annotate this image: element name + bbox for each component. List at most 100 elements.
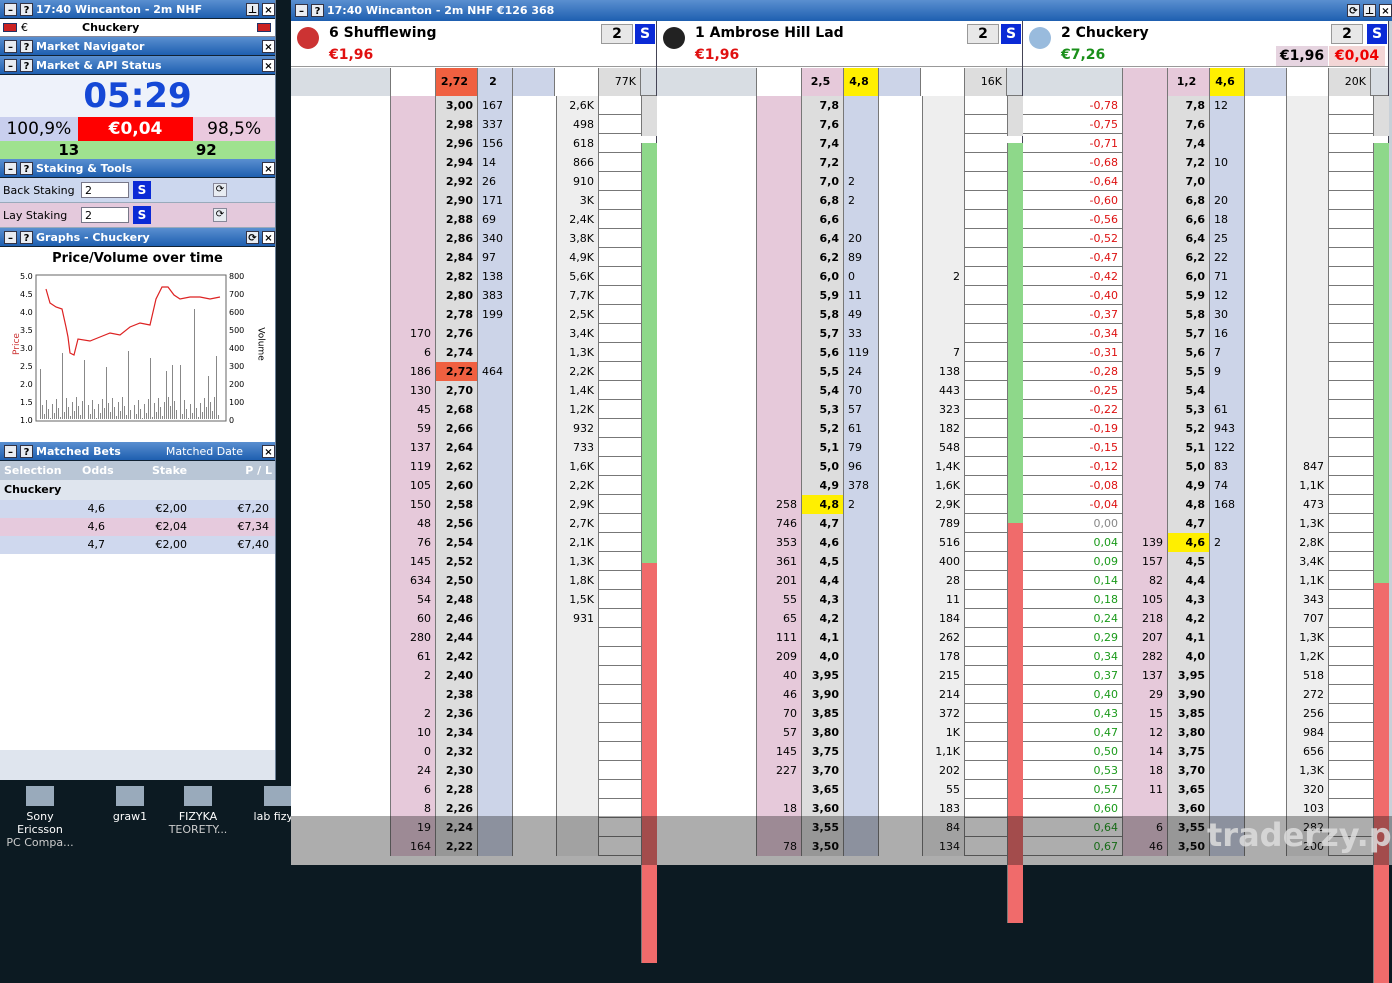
ladder-row[interactable]: 0,00 4,7 1,3K — [1023, 514, 1388, 533]
back-cell[interactable]: 137 — [1123, 666, 1168, 685]
back-cell[interactable] — [757, 381, 802, 400]
ladder-row[interactable]: 170 2,76 3,4K — [291, 324, 656, 343]
price-cell[interactable]: 6,8 — [1168, 191, 1210, 210]
back-staking-input[interactable] — [81, 182, 129, 198]
back-cell[interactable] — [391, 134, 436, 153]
lay-cell[interactable]: 12 — [1210, 96, 1245, 115]
back-cell[interactable]: 29 — [1123, 685, 1168, 704]
price-cell[interactable]: 3,80 — [1168, 723, 1210, 742]
price-cell[interactable]: 2,70 — [436, 381, 478, 400]
back-cell[interactable] — [757, 153, 802, 172]
ladder-row[interactable]: 0,40 29 3,90 272 — [1023, 685, 1388, 704]
lay-cell[interactable] — [844, 590, 879, 609]
pin-icon[interactable]: ⊥ — [246, 2, 259, 16]
scroll-up-icon[interactable] — [1373, 96, 1389, 136]
lay-cell[interactable]: 71 — [1210, 267, 1245, 286]
back-cell[interactable] — [757, 362, 802, 381]
lay-cell[interactable]: 119 — [844, 343, 879, 362]
price-cell[interactable]: 2,50 — [436, 571, 478, 590]
back-cell[interactable]: 130 — [391, 381, 436, 400]
back-cell[interactable] — [757, 324, 802, 343]
price-cell[interactable]: 4,8 — [1168, 495, 1210, 514]
price-cell[interactable]: 3,85 — [802, 704, 844, 723]
back-cell[interactable] — [1123, 419, 1168, 438]
ladder-row[interactable]: 55 4,3 11 — [657, 590, 1022, 609]
back-cell[interactable]: 45 — [391, 400, 436, 419]
price-cell[interactable]: 3,75 — [802, 742, 844, 761]
price-cell[interactable]: 6,2 — [802, 248, 844, 267]
lay-cell[interactable] — [478, 590, 513, 609]
lay-cell[interactable] — [478, 419, 513, 438]
matched-bet-row[interactable]: 4,7 €2,00 €7,40 — [0, 536, 275, 554]
price-cell[interactable]: 2,98 — [436, 115, 478, 134]
ladder-stake-box[interactable]: 2 — [601, 24, 633, 44]
lay-cell[interactable] — [478, 343, 513, 362]
lay-cell[interactable] — [1210, 590, 1245, 609]
back-cell[interactable] — [757, 172, 802, 191]
price-cell[interactable]: 5,0 — [1168, 457, 1210, 476]
lay-cell[interactable]: 2 — [1210, 533, 1245, 552]
back-cell[interactable]: 6 — [391, 780, 436, 799]
price-cell[interactable]: 3,70 — [802, 761, 844, 780]
ladder-row[interactable]: 5,4 70 443 — [657, 381, 1022, 400]
ladder-row[interactable]: -0,37 5,8 30 — [1023, 305, 1388, 324]
price-cell[interactable]: 4,6 — [802, 533, 844, 552]
lay-cell[interactable] — [478, 476, 513, 495]
ladder-row[interactable]: 258 4,8 2 2,9K — [657, 495, 1022, 514]
minimize-icon[interactable]: – — [4, 161, 17, 175]
price-cell[interactable]: 6,4 — [802, 229, 844, 248]
price-cell[interactable]: 5,6 — [802, 343, 844, 362]
back-cell[interactable]: 15 — [1123, 704, 1168, 723]
lay-cell[interactable] — [1210, 628, 1245, 647]
back-cell[interactable]: 207 — [1123, 628, 1168, 647]
lay-cell[interactable] — [1210, 704, 1245, 723]
price-cell[interactable]: 2,78 — [436, 305, 478, 324]
lay-cell[interactable]: 171 — [478, 191, 513, 210]
back-cell[interactable] — [1123, 362, 1168, 381]
price-cell[interactable]: 6,4 — [1168, 229, 1210, 248]
back-cell[interactable] — [757, 400, 802, 419]
back-cell[interactable]: 76 — [391, 533, 436, 552]
back-cell[interactable]: 12 — [1123, 723, 1168, 742]
ladder-s-button[interactable]: S — [1367, 24, 1387, 44]
lay-cell[interactable] — [844, 552, 879, 571]
close-icon[interactable]: × — [262, 39, 275, 53]
ladder-row[interactable]: 0,53 18 3,70 1,3K — [1023, 761, 1388, 780]
price-cell[interactable]: 3,65 — [802, 780, 844, 799]
col-pl[interactable]: P / L — [232, 461, 272, 480]
ladder-row[interactable]: 5,1 79 548 — [657, 438, 1022, 457]
ladder-row[interactable]: 634 2,50 1,8K — [291, 571, 656, 590]
back-cell[interactable]: 119 — [391, 457, 436, 476]
back-cell[interactable] — [1123, 381, 1168, 400]
back-cell[interactable]: 70 — [757, 704, 802, 723]
ladder-row[interactable]: 70 3,85 372 — [657, 704, 1022, 723]
desktop-icon[interactable]: graw1 — [92, 786, 168, 823]
lay-cell[interactable] — [1210, 134, 1245, 153]
back-cell[interactable] — [1123, 286, 1168, 305]
back-cell[interactable] — [1123, 476, 1168, 495]
back-cell[interactable]: 150 — [391, 495, 436, 514]
price-cell[interactable]: 2,28 — [436, 780, 478, 799]
back-cell[interactable]: 105 — [1123, 590, 1168, 609]
price-cell[interactable]: 6,6 — [1168, 210, 1210, 229]
price-cell[interactable]: 2,32 — [436, 742, 478, 761]
price-cell[interactable]: 6,2 — [1168, 248, 1210, 267]
ladder-row[interactable]: 45 2,68 1,2K — [291, 400, 656, 419]
ladder-row[interactable]: 2 2,40 — [291, 666, 656, 685]
ladder-row[interactable]: 0,57 11 3,65 320 — [1023, 780, 1388, 799]
price-cell[interactable]: 2,88 — [436, 210, 478, 229]
ladder-row[interactable]: 5,5 24 138 — [657, 362, 1022, 381]
back-cell[interactable]: 61 — [391, 647, 436, 666]
back-cell[interactable] — [1123, 115, 1168, 134]
ladder-row[interactable]: 3,65 55 — [657, 780, 1022, 799]
ladder-row[interactable]: 105 2,60 2,2K — [291, 476, 656, 495]
back-cell[interactable]: 353 — [757, 533, 802, 552]
lay-cell[interactable]: 49 — [844, 305, 879, 324]
back-cell[interactable]: 2 — [391, 666, 436, 685]
ladder-row[interactable]: 5,7 33 — [657, 324, 1022, 343]
ladder-row[interactable]: 111 4,1 262 — [657, 628, 1022, 647]
lay-cell[interactable] — [478, 324, 513, 343]
price-cell[interactable]: 2,30 — [436, 761, 478, 780]
price-cell[interactable]: 2,96 — [436, 134, 478, 153]
back-cell[interactable] — [1123, 267, 1168, 286]
